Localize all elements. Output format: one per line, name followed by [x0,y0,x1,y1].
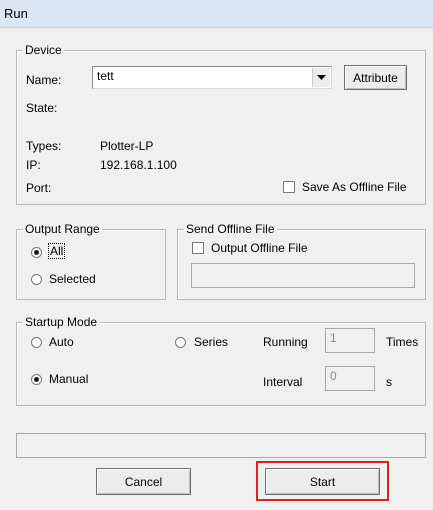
window-title: Run [4,6,28,21]
attribute-button[interactable]: Attribute [344,65,407,90]
output-offline-label[interactable]: Output Offline File [211,241,308,255]
running-label: Running [263,335,308,349]
ip-label: IP: [26,158,41,172]
interval-label: Interval [263,375,303,389]
range-all-radio[interactable] [31,247,42,258]
running-count-field[interactable]: 1 [325,328,375,353]
send-offline-group: Send Offline File [177,222,426,300]
chevron-down-icon[interactable] [312,68,330,87]
cancel-button[interactable]: Cancel [96,468,191,495]
interval-field[interactable]: 0 [325,366,375,391]
mode-auto-label[interactable]: Auto [49,335,74,349]
ip-value: 192.168.1.100 [100,158,177,172]
running-count-value: 1 [330,331,337,345]
types-label: Types: [26,139,62,153]
device-legend: Device [25,43,62,57]
device-name-value: tett [97,69,114,83]
output-range-group: Output Range [16,222,166,300]
title-bar: Run [0,0,433,28]
device-name-select[interactable]: tett [92,66,332,89]
range-all-label[interactable]: All [47,243,66,259]
interval-unit-label: s [386,375,392,389]
mode-manual-radio[interactable] [31,374,42,385]
mode-manual-label[interactable]: Manual [49,372,88,386]
output-range-legend: Output Range [25,222,100,236]
range-selected-radio[interactable] [31,274,42,285]
mode-auto-radio[interactable] [31,337,42,348]
range-selected-label[interactable]: Selected [49,272,96,286]
times-label: Times [386,335,419,349]
state-label: State: [26,101,58,115]
save-offline-checkbox[interactable] [283,181,295,193]
mode-series-radio[interactable] [175,337,186,348]
name-label: Name: [26,73,62,87]
offline-file-path-field[interactable] [191,263,415,288]
types-value: Plotter-LP [100,139,154,153]
output-offline-checkbox[interactable] [192,242,204,254]
status-bar [16,433,426,458]
send-offline-legend: Send Offline File [186,222,275,236]
startup-mode-legend: Startup Mode [25,315,98,329]
save-offline-label[interactable]: Save As Offline File [302,180,407,194]
interval-value: 0 [330,369,337,383]
port-label: Port: [26,181,52,195]
start-button-highlight [256,461,389,501]
mode-series-label[interactable]: Series [194,335,228,349]
